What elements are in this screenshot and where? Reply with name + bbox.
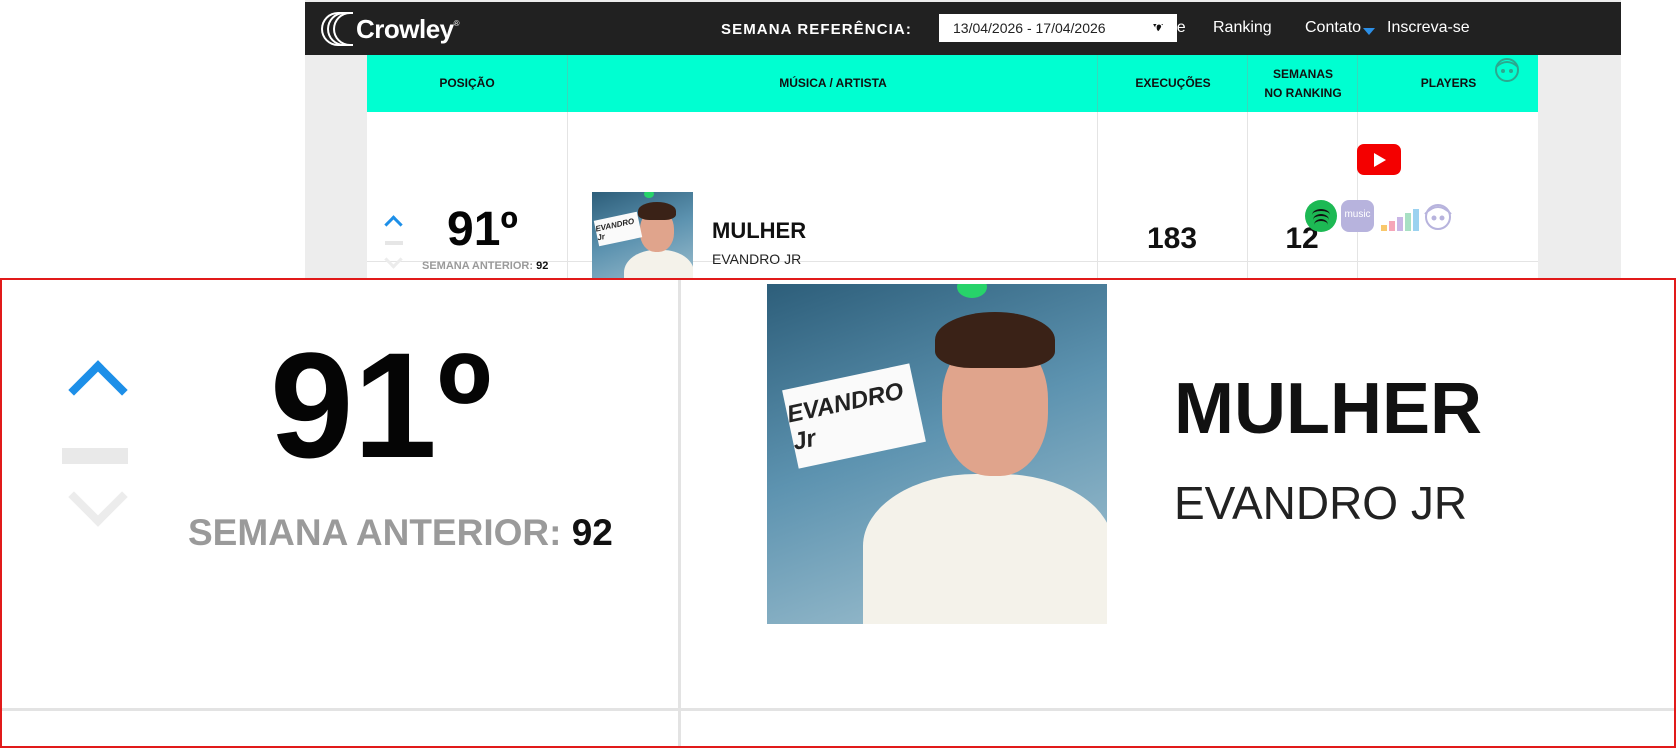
- previous-week: SEMANA ANTERIOR: 92: [188, 512, 613, 554]
- spotify-icon[interactable]: [1305, 200, 1337, 232]
- zoom-detail-panel: 91º SEMANA ANTERIOR: 92 EVANDRO Jr MULHE…: [0, 278, 1676, 748]
- previous-week-label: SEMANA ANTERIOR:: [188, 512, 562, 553]
- napster-icon[interactable]: [1423, 200, 1453, 232]
- artist-name: EVANDRO JR: [1174, 477, 1468, 529]
- rank-position: 91º: [270, 321, 492, 489]
- cover-dot: [957, 284, 987, 298]
- cover-shirt: [863, 474, 1107, 624]
- trend-down-icon: [68, 467, 128, 527]
- players-layer: music: [305, 0, 1621, 280]
- deezer-icon[interactable]: [1381, 205, 1421, 231]
- column-divider: [678, 280, 681, 746]
- amazon-music-icon[interactable]: music: [1341, 200, 1374, 232]
- column-divider: [678, 708, 681, 746]
- youtube-icon[interactable]: [1357, 144, 1401, 175]
- trend-same-icon: [62, 448, 128, 464]
- previous-week-value: 92: [571, 512, 613, 553]
- cover-hair: [935, 312, 1055, 368]
- cover-logo-text: EVANDRO Jr: [782, 363, 926, 469]
- trend-up-icon: [68, 360, 128, 420]
- row-divider: [2, 708, 1674, 711]
- song-title: MULHER: [1174, 369, 1482, 449]
- album-cover[interactable]: EVANDRO Jr: [767, 284, 1107, 624]
